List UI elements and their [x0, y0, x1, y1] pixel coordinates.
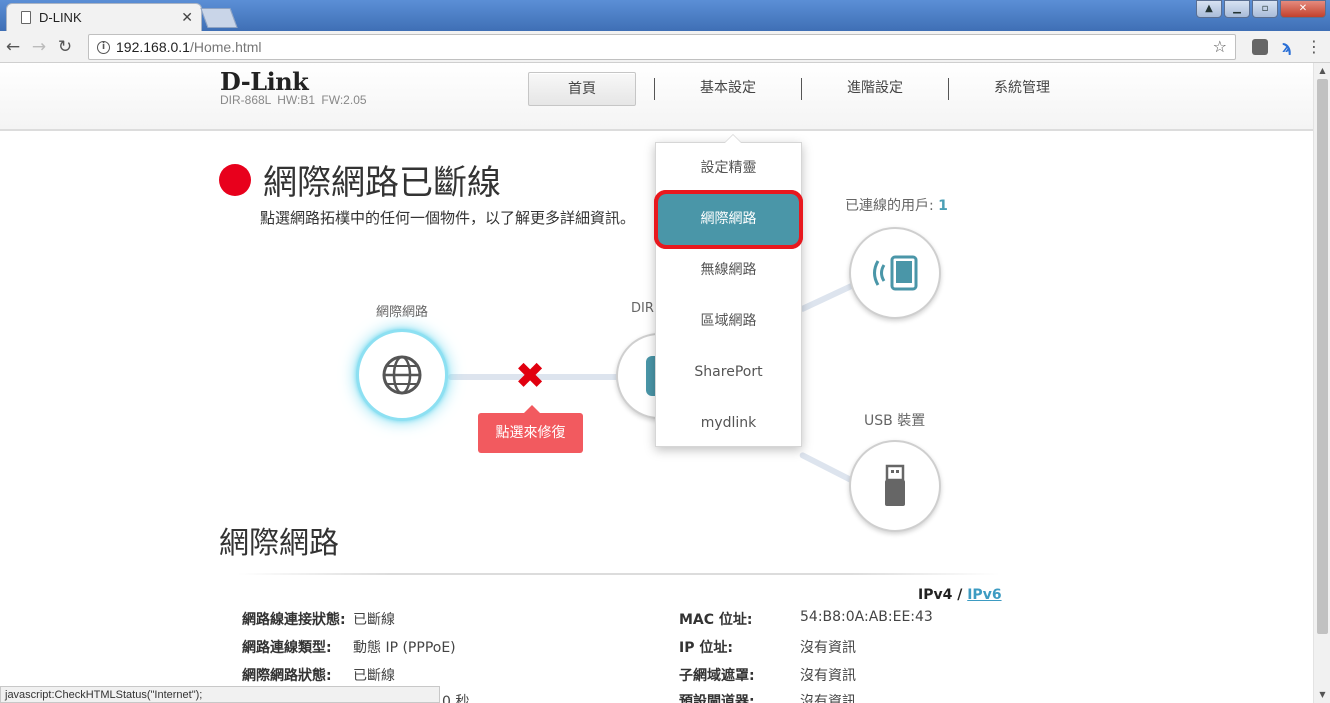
extension-bird-icon[interactable]: ϡ	[1282, 37, 1292, 56]
router-header: D-Link DIR-868L HW:B1 FW:2.05 首頁 基本設定 進階…	[0, 63, 1313, 131]
scroll-down-arrow-icon[interactable]: ▼	[1314, 687, 1330, 703]
fw-version: FW:2.05	[321, 93, 367, 107]
basic-settings-dropdown: 設定精靈 網際網路 無線網路 區域網路 SharePort mydlink	[654, 134, 803, 449]
mac-address-value: 54:B8:0A:AB:EE:43	[800, 609, 933, 625]
ipv4-label: IPv4	[918, 587, 953, 603]
wireless-tablet-icon	[873, 255, 918, 291]
cable-status-label: 網路線連接狀態:	[242, 612, 346, 628]
menu-item-internet[interactable]: 網際網路	[654, 190, 803, 249]
tab-title: D-LINK	[39, 10, 82, 25]
nav-basic-settings[interactable]: 基本設定	[655, 72, 801, 106]
menu-item-setup-wizard[interactable]: 設定精靈	[656, 143, 801, 194]
scrollbar-thumb[interactable]	[1317, 79, 1328, 634]
globe-icon	[382, 355, 422, 395]
info-icon[interactable]: i	[97, 40, 110, 54]
ip-address-label: IP 位址:	[679, 640, 733, 656]
window-close-button[interactable]: ✕	[1280, 0, 1326, 18]
menu-item-wireless[interactable]: 無線網路	[656, 245, 801, 296]
nav-system-management[interactable]: 系統管理	[949, 72, 1095, 106]
nav-advanced-settings[interactable]: 進階設定	[802, 72, 948, 106]
minimize-button[interactable]: ▁	[1224, 0, 1250, 18]
internet-status-label: 網際網路狀態:	[242, 668, 332, 684]
model-info: DIR-868L HW:B1 FW:2.05	[220, 93, 367, 107]
mac-address-label: MAC 位址:	[679, 612, 753, 628]
nav-home[interactable]: 首頁	[528, 72, 636, 106]
bookmark-star-icon[interactable]: ☆	[1213, 37, 1227, 56]
page-scrollbar[interactable]: ▲ ▼	[1313, 63, 1330, 703]
connected-clients-text: 已連線的用戶:	[845, 198, 934, 214]
subnet-mask-value: 沒有資訊	[800, 668, 856, 684]
connected-clients-label: 已連線的用戶: 1	[845, 195, 948, 215]
section-divider	[238, 573, 1000, 575]
browser-status-bar: javascript:CheckHTMLStatus("Internet");	[0, 686, 440, 703]
status-title: 網際網路已斷線	[263, 163, 501, 203]
subnet-mask-label: 子網域遮罩:	[679, 668, 755, 684]
menu-item-mydlink[interactable]: mydlink	[656, 398, 801, 449]
internet-node[interactable]	[356, 329, 448, 421]
link-line-router-usb	[798, 451, 855, 484]
menu-item-lan[interactable]: 區域網路	[656, 296, 801, 347]
user-icon[interactable]: ▲	[1196, 0, 1222, 18]
extension-icon[interactable]	[1251, 38, 1268, 55]
usb-node[interactable]	[849, 440, 941, 532]
extension-icons: ϡ ⋮	[1251, 37, 1322, 56]
internet-node-label: 網際網路	[376, 305, 429, 320]
usb-drive-icon	[885, 464, 905, 506]
router-node-label: DIR	[631, 301, 654, 316]
status-subtitle: 點選網路拓樸中的任何一個物件，以了解更多詳細資訊。	[260, 209, 636, 227]
click-to-fix-button[interactable]: 點選來修復	[478, 405, 583, 453]
router-page: D-Link DIR-868L HW:B1 FW:2.05 首頁 基本設定 進階…	[0, 63, 1313, 703]
dlink-logo: D-Link	[220, 67, 309, 96]
section-title: 網際網路	[219, 526, 339, 561]
link-line-router-client	[798, 281, 858, 313]
ip-version-switch: IPv4 / IPv6	[918, 587, 1002, 603]
uptime-value: 0 秒	[442, 694, 470, 703]
hw-version: HW:B1	[277, 93, 316, 107]
close-icon[interactable]: ✕	[181, 10, 193, 26]
url-path: /Home.html	[189, 39, 262, 55]
ip-address-value: 沒有資訊	[800, 640, 856, 656]
new-tab-button[interactable]	[200, 8, 238, 28]
forward-icon[interactable]: →	[26, 37, 52, 57]
browser-toolbar: ← → ↻ i 192.168.0.1/Home.html ☆ ϡ ⋮	[0, 31, 1330, 63]
connection-type-value: 動態 IP (PPPoE)	[353, 640, 456, 656]
page-icon	[21, 11, 31, 24]
menu-dots-icon[interactable]: ⋮	[1306, 37, 1322, 56]
url-host: 192.168.0.1	[116, 39, 190, 55]
connected-clients-count: 1	[938, 198, 948, 214]
restore-button[interactable]: ▫	[1252, 0, 1278, 18]
model-name: DIR-868L	[220, 93, 271, 107]
reload-icon[interactable]: ↻	[52, 37, 78, 57]
connection-type-label: 網路連線類型:	[242, 640, 332, 656]
cable-status-value: 已斷線	[353, 612, 395, 628]
back-icon[interactable]: ←	[0, 37, 26, 57]
internet-status-value: 已斷線	[353, 668, 395, 684]
ip-version-separator: /	[957, 587, 963, 603]
usb-node-label: USB 裝置	[864, 413, 926, 429]
menu-item-shareport[interactable]: SharePort	[656, 347, 801, 398]
ipv6-link[interactable]: IPv6	[967, 587, 1001, 603]
browser-tab[interactable]: D-LINK ✕	[6, 3, 202, 31]
top-nav: 首頁 基本設定 進階設定 系統管理	[528, 72, 1095, 106]
default-gateway-label: 預設閘道器:	[679, 694, 755, 703]
status-indicator-dot	[219, 164, 251, 196]
scroll-up-arrow-icon[interactable]: ▲	[1314, 63, 1330, 79]
address-bar[interactable]: i 192.168.0.1/Home.html ☆	[88, 34, 1236, 60]
clients-node[interactable]	[849, 227, 941, 319]
disconnected-x-icon[interactable]: ✖	[515, 359, 545, 395]
window-controls: ▲ ▁ ▫ ✕	[1196, 0, 1326, 18]
browser-titlebar: D-LINK ✕ ▲ ▁ ▫ ✕	[0, 0, 1330, 31]
default-gateway-value: 沒有資訊	[800, 694, 856, 703]
